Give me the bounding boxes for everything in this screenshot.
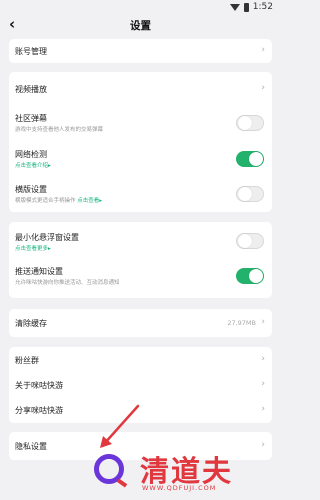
landscape-desc-text: 横版模式更适合手柄操作 xyxy=(15,198,76,204)
fan-group-row[interactable]: 粉丝群 › xyxy=(9,347,272,372)
battery-icon xyxy=(243,2,249,12)
clear-cache-label: 清除缓存 xyxy=(15,319,47,328)
network-check-label: 网络检测 xyxy=(15,150,47,159)
danmaku-label: 社区弹幕 xyxy=(15,114,47,123)
notification-settings-card: 最小化悬浮窗设置 点击查看更多▸ 推送通知设置 允许咪咕快游向你推送活动、互动消… xyxy=(9,222,272,298)
account-management-label: 账号管理 xyxy=(15,47,47,56)
toggle-knob xyxy=(238,187,252,201)
video-playback-row[interactable]: 视频播放 › xyxy=(9,72,272,107)
push-notification-toggle[interactable] xyxy=(236,268,264,284)
push-notification-label: 推送通知设置 xyxy=(15,267,63,276)
landscape-label: 横版设置 xyxy=(15,185,47,194)
nav-bar: ‹ 设置 xyxy=(0,15,281,38)
watermark-url: WWW.QDFUJI.COM xyxy=(142,484,217,492)
page-title: 设置 xyxy=(130,20,151,32)
watermark: 清道夫 WWW.QDFUJI.COM xyxy=(92,450,272,498)
share-label: 分享咪咕快游 xyxy=(15,406,63,415)
chevron-right-icon: › xyxy=(261,45,265,55)
account-management-row[interactable]: 账号管理 › xyxy=(9,39,272,63)
floating-window-link[interactable]: 点击查看更多 xyxy=(15,246,48,252)
chevron-right-icon: › xyxy=(261,404,265,414)
chevron-right-icon: › xyxy=(261,317,265,327)
landscape-description: 横版模式更适合手柄操作 点击查看▸ xyxy=(15,196,102,204)
push-notification-row: 推送通知设置 允许咪咕快游向你推送活动、互动消息通知 xyxy=(9,260,272,298)
status-time: 1:52 xyxy=(252,2,273,12)
status-bar: 1:52 xyxy=(0,0,281,16)
cache-card: 清除缓存 27.97MB › xyxy=(9,309,272,337)
landscape-toggle[interactable] xyxy=(236,186,264,202)
chevron-right-icon: › xyxy=(261,440,265,450)
link-arrow-icon: ▸ xyxy=(48,163,51,169)
privacy-settings-label: 隐私设置 xyxy=(15,442,47,451)
cache-size-value: 27.97MB xyxy=(227,319,256,327)
status-icons: 1:52 xyxy=(229,2,273,12)
toggle-knob xyxy=(238,234,252,248)
toggle-knob xyxy=(249,269,263,283)
floating-window-label: 最小化悬浮窗设置 xyxy=(15,233,79,242)
playback-settings-card: 视频播放 › 社区弹幕 游戏中支持查看他人发布的交易弹幕 网络检测 点击查看介绍… xyxy=(9,72,272,212)
landscape-row: 横版设置 横版模式更适合手柄操作 点击查看▸ xyxy=(9,176,272,212)
network-check-row: 网络检测 点击查看介绍▸ xyxy=(9,141,272,176)
annotation-arrow-icon xyxy=(100,404,140,448)
toggle-knob xyxy=(249,152,263,166)
chevron-right-icon: › xyxy=(261,83,265,93)
link-arrow-icon: ▸ xyxy=(99,198,103,204)
floating-window-info[interactable]: 点击查看更多▸ xyxy=(15,244,51,252)
floating-window-row: 最小化悬浮窗设置 点击查看更多▸ xyxy=(9,222,272,260)
danmaku-toggle[interactable] xyxy=(236,115,264,131)
chevron-right-icon: › xyxy=(261,379,265,389)
video-playback-label: 视频播放 xyxy=(15,85,47,94)
wifi-icon xyxy=(229,3,240,11)
about-row[interactable]: 关于咪咕快游 › xyxy=(9,372,272,397)
link-arrow-icon: ▸ xyxy=(48,246,51,252)
clear-cache-row[interactable]: 清除缓存 27.97MB › xyxy=(9,309,272,337)
fan-group-label: 粉丝群 xyxy=(15,356,39,365)
watermark-logo-icon xyxy=(94,454,124,484)
about-label: 关于咪咕快游 xyxy=(15,381,63,390)
landscape-link[interactable]: 点击查看 xyxy=(77,198,99,204)
account-card: 账号管理 › xyxy=(9,39,272,63)
network-check-link[interactable]: 点击查看介绍 xyxy=(15,163,48,169)
network-check-toggle[interactable] xyxy=(236,151,264,167)
floating-window-toggle[interactable] xyxy=(236,233,264,249)
danmaku-description: 游戏中支持查看他人发布的交易弹幕 xyxy=(15,127,104,133)
toggle-knob xyxy=(238,116,252,130)
push-notification-description: 允许咪咕快游向你推送活动、互动消息通知 xyxy=(15,280,120,286)
danmaku-row: 社区弹幕 游戏中支持查看他人发布的交易弹幕 xyxy=(9,107,272,141)
chevron-right-icon: › xyxy=(261,354,265,364)
network-check-info[interactable]: 点击查看介绍▸ xyxy=(15,161,51,169)
